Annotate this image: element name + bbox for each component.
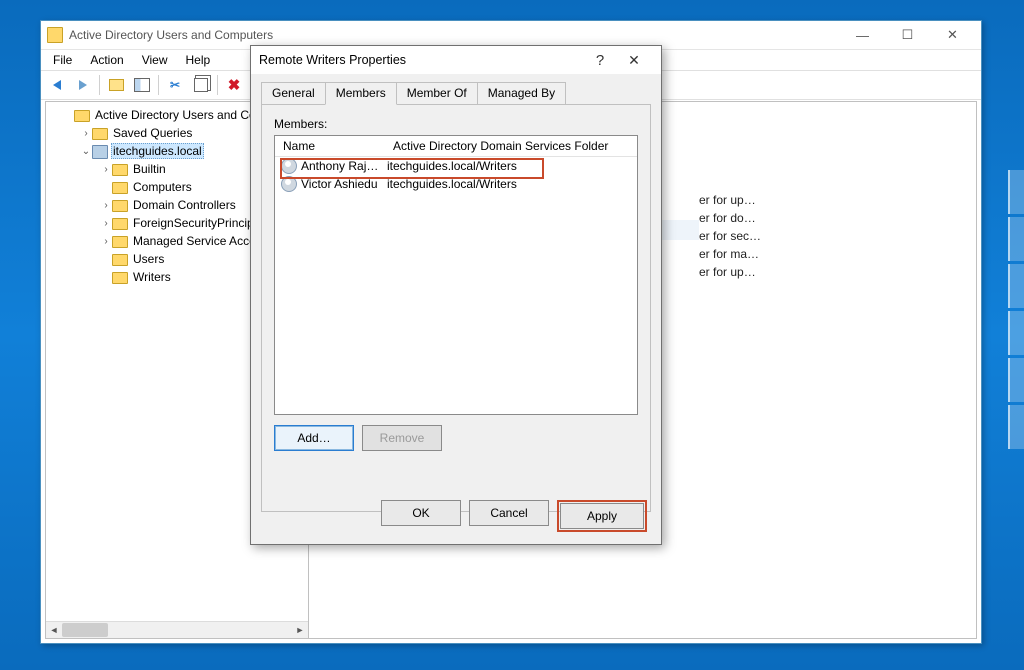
expander-icon[interactable]: › [80, 128, 92, 139]
tab-members[interactable]: Members [325, 82, 397, 105]
apply-button[interactable]: Apply [560, 503, 644, 529]
column-path[interactable]: Active Directory Domain Services Folder [391, 139, 637, 153]
expander-icon[interactable]: › [100, 236, 112, 247]
member-buttons: Add… Remove [274, 425, 638, 451]
toolbar-separator [99, 75, 100, 95]
expander-icon[interactable]: › [100, 164, 112, 175]
expander-icon[interactable]: › [100, 218, 112, 229]
list-item-fragment: er for do… [699, 208, 756, 228]
folder-icon [112, 216, 128, 230]
members-label: Members: [274, 117, 638, 131]
member-row[interactable]: Victor Ashiedu itechguides.local/Writers [275, 175, 637, 193]
domain-icon [92, 144, 108, 158]
folder-icon [112, 198, 128, 212]
edge-tile [1008, 311, 1024, 355]
ok-button[interactable]: OK [381, 500, 461, 526]
delete-button[interactable]: ✖ [222, 73, 246, 97]
show-hide-tree-button[interactable] [130, 73, 154, 97]
tree-label: Domain Controllers [131, 198, 238, 212]
toolbar-separator [217, 75, 218, 95]
properties-dialog: Remote Writers Properties ? ✕ General Me… [250, 45, 662, 545]
maximize-button[interactable]: ☐ [885, 24, 930, 46]
dialog-close-button[interactable]: ✕ [615, 52, 653, 69]
copy-icon [194, 78, 208, 92]
edge-tile [1008, 170, 1024, 214]
list-item-fragment: er for up… [699, 262, 756, 282]
folder-icon [112, 162, 128, 176]
folder-icon [112, 252, 128, 266]
copy-button[interactable] [189, 73, 213, 97]
member-name: Anthony Raj… [301, 159, 387, 173]
menu-view[interactable]: View [134, 51, 176, 69]
cut-button[interactable]: ✂ [163, 73, 187, 97]
app-icon [47, 27, 63, 43]
tree-label: Users [131, 252, 166, 266]
menu-help[interactable]: Help [178, 51, 219, 69]
folder-icon [112, 180, 128, 194]
toolbar-separator [158, 75, 159, 95]
folder-icon [92, 126, 108, 140]
forward-button[interactable] [71, 73, 95, 97]
cut-icon: ✂ [170, 78, 180, 92]
menu-file[interactable]: File [45, 51, 80, 69]
folder-up-icon [109, 79, 124, 91]
window-title: Active Directory Users and Computers [69, 28, 840, 42]
column-name[interactable]: Name [275, 139, 391, 153]
add-button[interactable]: Add… [274, 425, 354, 451]
cancel-button[interactable]: Cancel [469, 500, 549, 526]
help-button[interactable]: ? [585, 52, 615, 69]
members-list[interactable]: Name Active Directory Domain Services Fo… [274, 135, 638, 415]
dialog-footer: OK Cancel Apply [381, 500, 647, 532]
member-path: itechguides.local/Writers [387, 159, 637, 173]
remove-button: Remove [362, 425, 442, 451]
back-button[interactable] [45, 73, 69, 97]
folder-icon [74, 108, 90, 122]
tabstrip: General Members Member Of Managed By [251, 74, 661, 104]
minimize-button[interactable]: — [840, 24, 885, 46]
scroll-left-button[interactable]: ◄ [46, 622, 62, 638]
tab-general[interactable]: General [261, 82, 326, 104]
list-item-fragment: er for sec… [699, 226, 761, 246]
expander-icon[interactable]: ⌄ [80, 146, 92, 157]
arrow-left-icon [53, 80, 61, 90]
edge-tile [1008, 264, 1024, 308]
member-row[interactable]: Anthony Raj… itechguides.local/Writers [275, 157, 637, 175]
highlight-annotation: Apply [557, 500, 647, 532]
tree-label: Builtin [131, 162, 168, 176]
edge-tile [1008, 217, 1024, 261]
folder-icon [112, 270, 128, 284]
desktop-edge-tiles [1008, 170, 1024, 449]
tab-memberof[interactable]: Member Of [396, 82, 478, 104]
tree-label: Computers [131, 180, 194, 194]
dialog-title: Remote Writers Properties [259, 53, 585, 67]
list-item-fragment: er for ma… [699, 244, 759, 264]
close-button[interactable]: ✕ [930, 24, 975, 46]
member-path: itechguides.local/Writers [387, 177, 637, 191]
tree-label: itechguides.local [111, 143, 204, 159]
expander-icon[interactable]: › [100, 200, 112, 211]
arrow-right-icon [79, 80, 87, 90]
edge-tile [1008, 405, 1024, 449]
user-icon [281, 176, 297, 192]
edge-tile [1008, 358, 1024, 402]
delete-icon: ✖ [228, 76, 241, 94]
tab-panel-members: Members: Name Active Directory Domain Se… [261, 104, 651, 512]
scroll-thumb[interactable] [62, 623, 108, 637]
tree-label: Saved Queries [111, 126, 194, 140]
tree-scrollbar[interactable]: ◄ ► [46, 621, 308, 638]
list-item-fragment: er for up… [699, 190, 756, 210]
tab-managedby[interactable]: Managed By [477, 82, 566, 104]
panes-icon [134, 78, 150, 92]
scroll-track[interactable] [62, 622, 292, 638]
members-list-header: Name Active Directory Domain Services Fo… [275, 136, 637, 157]
tree-label: Writers [131, 270, 173, 284]
scroll-right-button[interactable]: ► [292, 622, 308, 638]
user-icon [281, 158, 297, 174]
member-name: Victor Ashiedu [301, 177, 387, 191]
dialog-titlebar[interactable]: Remote Writers Properties ? ✕ [251, 46, 661, 74]
menu-action[interactable]: Action [82, 51, 131, 69]
folder-icon [112, 234, 128, 248]
up-button[interactable] [104, 73, 128, 97]
